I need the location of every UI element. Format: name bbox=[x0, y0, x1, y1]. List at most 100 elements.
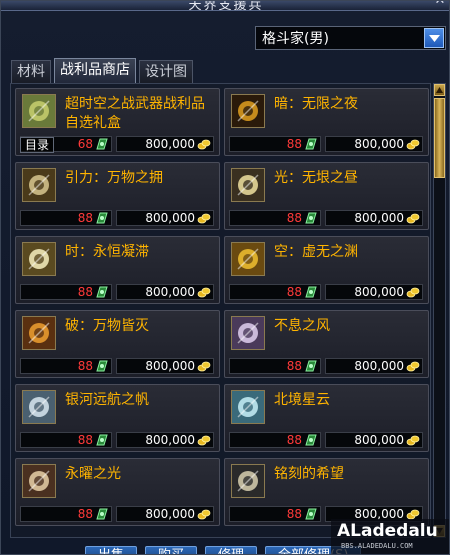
gold-coin-icon bbox=[406, 138, 420, 150]
dark-orb-icon[interactable] bbox=[231, 94, 265, 128]
gold-price: 800,000 bbox=[116, 506, 214, 522]
destroy-icon[interactable] bbox=[22, 316, 56, 350]
gold-coin-icon bbox=[406, 360, 420, 372]
item-card[interactable]: 引力：万物之拥 88 800,000 bbox=[15, 162, 220, 230]
gold-coin-icon bbox=[197, 434, 211, 446]
watermark-url: BBS.ALADEDALU.COM bbox=[341, 542, 413, 550]
gold-coin-icon bbox=[406, 286, 420, 298]
gold-price: 800,000 bbox=[116, 358, 214, 374]
time-icon[interactable] bbox=[22, 242, 56, 276]
point-price-value: 88 bbox=[286, 359, 302, 373]
gold-price: 800,000 bbox=[116, 136, 214, 152]
tab-loot-shop[interactable]: 战利品商店 bbox=[54, 58, 136, 83]
sell-button[interactable]: 出售 bbox=[85, 546, 138, 554]
gold-price-value: 800,000 bbox=[354, 433, 404, 447]
item-card[interactable]: 北境星云 88 800,000 bbox=[224, 384, 429, 452]
gold-coin-icon bbox=[197, 360, 211, 372]
point-price: 88 bbox=[229, 210, 321, 226]
point-price: 88 bbox=[229, 358, 321, 374]
item-name: 破：万物皆灭 bbox=[65, 318, 149, 334]
gold-price-value: 800,000 bbox=[145, 285, 195, 299]
point-price-value: 88 bbox=[286, 137, 302, 151]
loot-point-icon bbox=[95, 212, 109, 224]
item-card[interactable]: 永曜之光 88 800,000 bbox=[15, 458, 220, 526]
point-price: 88 bbox=[20, 506, 112, 522]
loot-point-icon bbox=[95, 508, 109, 520]
gold-coin-icon bbox=[197, 138, 211, 150]
item-name: 光：无垠之昼 bbox=[274, 170, 358, 186]
job-select-dropdown[interactable]: 格斗家(男) bbox=[255, 26, 446, 50]
light-icon[interactable] bbox=[231, 168, 265, 202]
item-card[interactable]: 暗：无限之夜 88 800,000 bbox=[224, 88, 429, 156]
point-price: 88 bbox=[229, 432, 321, 448]
point-price-value: 88 bbox=[77, 211, 93, 225]
loot-point-icon bbox=[304, 138, 318, 150]
gold-price-value: 800,000 bbox=[145, 211, 195, 225]
point-price-value: 88 bbox=[286, 433, 302, 447]
bottom-button-bar: 出售 购买 修理 全部修理(S) bbox=[85, 546, 369, 554]
scroll-thumb[interactable] bbox=[434, 98, 445, 178]
item-card[interactable]: 超时空之战武器战利品自选礼盒 68 800,000 目录 bbox=[15, 88, 220, 156]
scroll-up-button[interactable] bbox=[434, 84, 445, 96]
item-card[interactable]: 空：虚无之渊 88 800,000 bbox=[224, 236, 429, 304]
weapon-box-icon[interactable] bbox=[22, 94, 56, 128]
eternal-light-icon[interactable] bbox=[22, 464, 56, 498]
gold-price: 800,000 bbox=[325, 432, 423, 448]
gold-price-value: 800,000 bbox=[354, 285, 404, 299]
item-card[interactable]: 银河远航之帆 88 800,000 bbox=[15, 384, 220, 452]
chevron-down-icon[interactable] bbox=[424, 28, 444, 48]
loot-point-icon bbox=[304, 508, 318, 520]
repair-button[interactable]: 修理 bbox=[205, 546, 258, 554]
gold-coin-icon bbox=[406, 212, 420, 224]
item-card[interactable]: 破：万物皆灭 88 800,000 bbox=[15, 310, 220, 378]
point-price-value: 88 bbox=[77, 507, 93, 521]
arrow-up-icon bbox=[436, 87, 443, 93]
scrollbar[interactable] bbox=[433, 83, 446, 538]
gold-price-value: 800,000 bbox=[145, 359, 195, 373]
wind-icon[interactable] bbox=[231, 316, 265, 350]
item-card[interactable]: 光：无垠之昼 88 800,000 bbox=[224, 162, 429, 230]
point-price-value: 88 bbox=[286, 211, 302, 225]
item-name: 超时空之战武器战利品自选礼盒 bbox=[65, 96, 205, 131]
title-bar[interactable]: 天界支援兵 ✕ bbox=[1, 1, 449, 11]
gold-price-value: 800,000 bbox=[354, 137, 404, 151]
gold-coin-icon bbox=[197, 286, 211, 298]
item-name: 铭刻的希望 bbox=[274, 466, 344, 482]
point-price-value: 88 bbox=[286, 285, 302, 299]
item-name: 北境星云 bbox=[274, 392, 330, 408]
gold-price-value: 800,000 bbox=[354, 359, 404, 373]
point-price: 88 bbox=[20, 432, 112, 448]
item-name: 暗：无限之夜 bbox=[274, 96, 358, 112]
item-name: 银河远航之帆 bbox=[65, 392, 149, 408]
gold-price-value: 800,000 bbox=[145, 433, 195, 447]
item-card[interactable]: 不息之风 88 800,000 bbox=[224, 310, 429, 378]
loot-point-icon bbox=[95, 286, 109, 298]
hope-icon[interactable] bbox=[231, 464, 265, 498]
item-card[interactable]: 铭刻的希望 88 800,000 bbox=[224, 458, 429, 526]
gold-coin-icon bbox=[406, 434, 420, 446]
item-card[interactable]: 时：永恒凝滞 88 800,000 bbox=[15, 236, 220, 304]
gold-price: 800,000 bbox=[325, 136, 423, 152]
loot-point-icon bbox=[95, 434, 109, 446]
point-price: 88 bbox=[20, 210, 112, 226]
loot-point-icon bbox=[304, 212, 318, 224]
gold-price: 800,000 bbox=[325, 358, 423, 374]
item-name: 空：虚无之渊 bbox=[274, 244, 358, 260]
loot-point-icon bbox=[95, 138, 109, 150]
close-button[interactable]: ✕ bbox=[432, 1, 448, 9]
gravity-icon[interactable] bbox=[22, 168, 56, 202]
loot-point-icon bbox=[95, 360, 109, 372]
item-name: 不息之风 bbox=[274, 318, 330, 334]
tab-materials[interactable]: 材料 bbox=[11, 60, 51, 83]
item-list: 超时空之战武器战利品自选礼盒 68 800,000 目录 暗：无限之夜 88 800,000… bbox=[10, 83, 431, 538]
gold-price: 800,000 bbox=[325, 284, 423, 300]
void-icon[interactable] bbox=[231, 242, 265, 276]
item-name: 永曜之光 bbox=[65, 466, 121, 482]
buy-button[interactable]: 购买 bbox=[145, 546, 198, 554]
tab-blueprints[interactable]: 设计图 bbox=[139, 60, 193, 83]
nebula-icon[interactable] bbox=[231, 390, 265, 424]
gold-price: 800,000 bbox=[116, 284, 214, 300]
galaxy-sail-icon[interactable] bbox=[22, 390, 56, 424]
catalog-tag[interactable]: 目录 bbox=[20, 137, 54, 153]
point-price-value: 68 bbox=[77, 137, 93, 151]
